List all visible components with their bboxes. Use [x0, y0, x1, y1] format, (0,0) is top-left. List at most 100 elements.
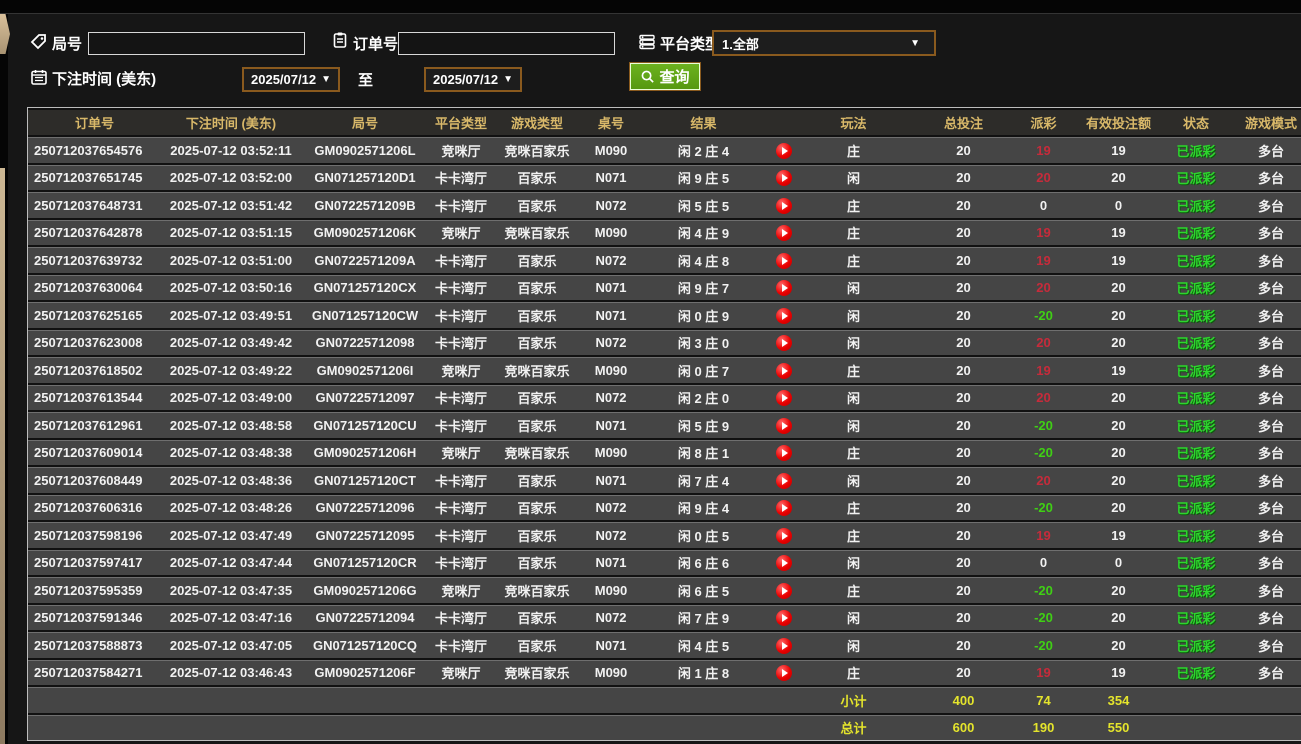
result-cell: 闲 9 庄 5 [641, 164, 766, 190]
date-from-select[interactable]: 2025/07/12 ▼ [242, 67, 340, 92]
result-cell: 闲 7 庄 9 [641, 604, 766, 630]
replay-play-icon[interactable] [775, 417, 792, 434]
col-header-platform: 平台类型 [429, 110, 493, 135]
order-id-cell: 250712037612961 [28, 412, 161, 438]
round-id-cell: GN071257120CU [301, 412, 429, 438]
result-cell: 闲 4 庄 8 [641, 247, 766, 273]
query-button-label: 查询 [659, 69, 690, 86]
bet-on-cell: 闲 [801, 549, 906, 575]
platform-cell: 卡卡湾厅 [429, 384, 493, 410]
game-mode-cell: 多台 [1221, 577, 1301, 603]
replay-play-icon[interactable] [775, 280, 792, 297]
total-bet-cell: 20 [906, 164, 1021, 190]
replay-play-icon[interactable] [775, 335, 792, 352]
col-header-round-id: 局号 [301, 110, 429, 135]
table-no-cell: M090 [581, 439, 641, 465]
game-type-cell: 百家乐 [493, 494, 581, 520]
total-bet-cell: 20 [906, 494, 1021, 520]
replay-play-icon[interactable] [775, 555, 792, 572]
platform-cell: 竞咪厅 [429, 577, 493, 603]
replay-play-icon[interactable] [775, 665, 792, 682]
replay-play-icon[interactable] [775, 472, 792, 489]
total-bet-cell: 20 [906, 137, 1021, 163]
replay-play-icon[interactable] [775, 582, 792, 599]
replay-cell [766, 164, 801, 190]
replay-play-icon[interactable] [775, 445, 792, 462]
status-cell: 已派彩 [1171, 577, 1221, 603]
bet-time-cell: 2025-07-12 03:47:05 [161, 632, 301, 658]
round-id-input[interactable] [88, 32, 305, 55]
platform-type-select[interactable]: 1.全部 ▼ [712, 30, 936, 56]
platform-cell: 竞咪厅 [429, 219, 493, 245]
bet-time-cell: 2025-07-12 03:48:36 [161, 467, 301, 493]
bet-on-cell: 闲 [801, 384, 906, 410]
order-id-input[interactable] [398, 32, 615, 55]
result-cell: 闲 6 庄 5 [641, 577, 766, 603]
valid-bet-cell: 20 [1066, 302, 1171, 328]
platform-cell: 卡卡湾厅 [429, 329, 493, 355]
round-id-cell: GN071257120CW [301, 302, 429, 328]
status-cell: 已派彩 [1171, 549, 1221, 575]
subtotal-total-bet: 400 [906, 687, 1021, 713]
result-cell: 闲 4 庄 5 [641, 632, 766, 658]
round-id-cell: GM0902571206K [301, 219, 429, 245]
replay-play-icon[interactable] [775, 390, 792, 407]
date-from-value: 2025/07/12 [251, 72, 317, 87]
replay-play-icon[interactable] [775, 500, 792, 517]
bet-on-cell: 庄 [801, 137, 906, 163]
bet-on-cell: 庄 [801, 494, 906, 520]
round-id-cell: GM0902571206G [301, 577, 429, 603]
replay-play-icon[interactable] [775, 197, 792, 214]
replay-play-icon[interactable] [775, 610, 792, 627]
bet-on-cell: 庄 [801, 577, 906, 603]
status-cell: 已派彩 [1171, 274, 1221, 300]
platform-cell: 卡卡湾厅 [429, 247, 493, 273]
game-type-cell: 百家乐 [493, 632, 581, 658]
bet-on-cell: 庄 [801, 439, 906, 465]
valid-bet-cell: 20 [1066, 439, 1171, 465]
bet-time-label: 下注时间 (美东) [52, 71, 157, 88]
replay-play-icon[interactable] [775, 637, 792, 654]
bet-time-cell: 2025-07-12 03:49:51 [161, 302, 301, 328]
date-to-select[interactable]: 2025/07/12 ▼ [424, 67, 522, 92]
status-cell: 已派彩 [1171, 439, 1221, 465]
replay-cell [766, 219, 801, 245]
game-type-cell: 竞咪百家乐 [493, 439, 581, 465]
query-button[interactable]: 查询 [629, 62, 701, 91]
bet-history-window: 局号 订单号 平台类型 1.全部 ▼ 下注时间 (美东) 2025/07/12 … [0, 0, 1301, 744]
game-type-cell: 竞咪百家乐 [493, 577, 581, 603]
table-row: 250712037630064 2025-07-12 03:50:16 GN07… [28, 274, 1301, 300]
order-id-cell: 250712037630064 [28, 274, 161, 300]
replay-play-icon[interactable] [775, 142, 792, 159]
round-id-cell: GN071257120CX [301, 274, 429, 300]
replay-play-icon[interactable] [775, 527, 792, 544]
table-no-cell: N071 [581, 302, 641, 328]
table-row: 250712037597417 2025-07-12 03:47:44 GN07… [28, 549, 1301, 575]
replay-play-icon[interactable] [775, 170, 792, 187]
payout-cell: 19 [1021, 659, 1066, 685]
valid-bet-cell: 19 [1066, 357, 1171, 383]
bet-time-cell: 2025-07-12 03:48:38 [161, 439, 301, 465]
replay-play-icon[interactable] [775, 252, 792, 269]
game-type-cell: 百家乐 [493, 329, 581, 355]
col-header-valid-bet: 有效投注额 [1066, 110, 1171, 135]
date-to-value: 2025/07/12 [433, 72, 499, 87]
game-mode-cell: 多台 [1221, 467, 1301, 493]
order-id-cell: 250712037597417 [28, 549, 161, 575]
replay-cell [766, 384, 801, 410]
table-row: 250712037642878 2025-07-12 03:51:15 GM09… [28, 219, 1301, 245]
col-header-status: 状态 [1171, 110, 1221, 135]
round-id-cell: GN0722571209B [301, 192, 429, 218]
payout-cell: 0 [1021, 192, 1066, 218]
table-no-cell: N071 [581, 164, 641, 190]
result-cell: 闲 3 庄 0 [641, 329, 766, 355]
replay-play-icon[interactable] [775, 307, 792, 324]
game-mode-cell: 多台 [1221, 164, 1301, 190]
table-no-cell: M090 [581, 659, 641, 685]
replay-cell [766, 439, 801, 465]
replay-play-icon[interactable] [775, 225, 792, 242]
replay-play-icon[interactable] [775, 362, 792, 379]
table-no-cell: N071 [581, 549, 641, 575]
round-id-cell: GN071257120CT [301, 467, 429, 493]
game-type-cell: 竞咪百家乐 [493, 137, 581, 163]
